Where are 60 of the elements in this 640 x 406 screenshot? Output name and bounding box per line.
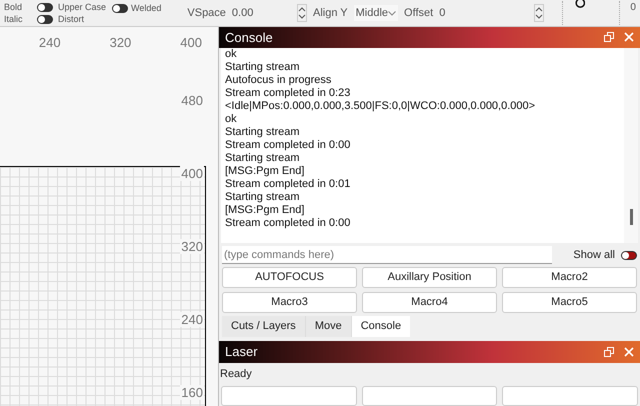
value-text: 0: [630, 1, 636, 15]
align-y-label: Align Y: [312, 6, 348, 21]
panel-tab[interactable]: Cuts / Layers: [222, 316, 306, 336]
style-label: Bold: [4, 2, 24, 12]
toggle-switch[interactable]: [621, 250, 637, 260]
vspace-field[interactable]: 0.00: [232, 4, 291, 22]
panel-title: Console: [225, 28, 274, 47]
macro-button[interactable]: Auxillary Position: [362, 266, 497, 288]
spin-arrows-icon[interactable]: [296, 4, 307, 22]
toggle-switch[interactable]: [112, 4, 128, 14]
panel-tab[interactable]: Console: [352, 316, 410, 336]
float-window-icon[interactable]: [604, 32, 614, 42]
ruler-label: 160: [180, 385, 204, 400]
console-line: Stream completed in 0:23: [225, 86, 350, 100]
toggle-label: Upper Case: [58, 2, 106, 12]
ruler-label: 400: [180, 34, 202, 52]
offset-label: Offset: [404, 6, 434, 21]
offset-field[interactable]: 0: [439, 4, 528, 22]
console-line: [MSG:Pgm End]: [225, 204, 304, 217]
console-line: Stream completed in 0:00: [225, 216, 350, 230]
float-window-icon[interactable]: [604, 346, 614, 356]
console-line: <Idle|MPos:0.000,0.000,3.500|FS:0,0|WCO:0.000,0.000,0.000>: [225, 100, 536, 113]
ruler-label: 320: [180, 239, 204, 254]
ruler-label: 480: [180, 93, 204, 108]
toggle-switch[interactable]: [37, 14, 53, 24]
ruler-label: 240: [180, 312, 204, 327]
scrollbar[interactable]: [624, 48, 638, 243]
console-line: Stream completed in 0:01: [225, 178, 350, 191]
console-line: Starting stream: [225, 152, 300, 165]
macro-button[interactable]: Macro2: [502, 266, 637, 288]
console-line: ok: [225, 112, 237, 126]
align-y-dropdown[interactable]: Middle: [354, 4, 398, 22]
console-line: Autofocus in progress: [225, 74, 332, 87]
style-label: Italic: [4, 14, 24, 24]
console-line: Starting stream: [225, 126, 300, 139]
ruler-label: 400: [180, 166, 204, 181]
console-line: ok: [225, 48, 237, 61]
command-input[interactable]: (type commands here): [222, 246, 552, 264]
spin-arrows-icon[interactable]: [534, 4, 544, 22]
macro-button[interactable]: AUTOFOCUS: [222, 266, 357, 288]
ruler-label: 320: [110, 34, 132, 52]
console-line: [MSG:Pgm End]: [225, 164, 304, 178]
panel-tab[interactable]: Move: [306, 316, 352, 336]
macro-button[interactable]: Macro3: [222, 292, 357, 312]
panel-title: Laser: [225, 342, 259, 361]
vspace-label: VSpace: [187, 6, 226, 21]
close-icon[interactable]: [624, 32, 634, 42]
console-line: Stream completed in 0:00: [225, 138, 350, 152]
console-line: Starting stream: [225, 190, 300, 204]
macro-button[interactable]: Macro5: [502, 292, 637, 312]
toggle-label: Distort: [58, 14, 84, 24]
laser-status: Ready: [219, 366, 253, 382]
ruler-label: 240: [38, 34, 61, 52]
console-line: Starting stream: [225, 60, 300, 74]
show-all-label: Show all: [573, 248, 615, 263]
chevron-down-icon: [388, 10, 396, 16]
close-icon[interactable]: [624, 346, 634, 356]
toggle-label: Welded: [131, 2, 162, 15]
toggle-switch[interactable]: [37, 2, 53, 12]
macro-button[interactable]: Macro4: [362, 292, 497, 312]
